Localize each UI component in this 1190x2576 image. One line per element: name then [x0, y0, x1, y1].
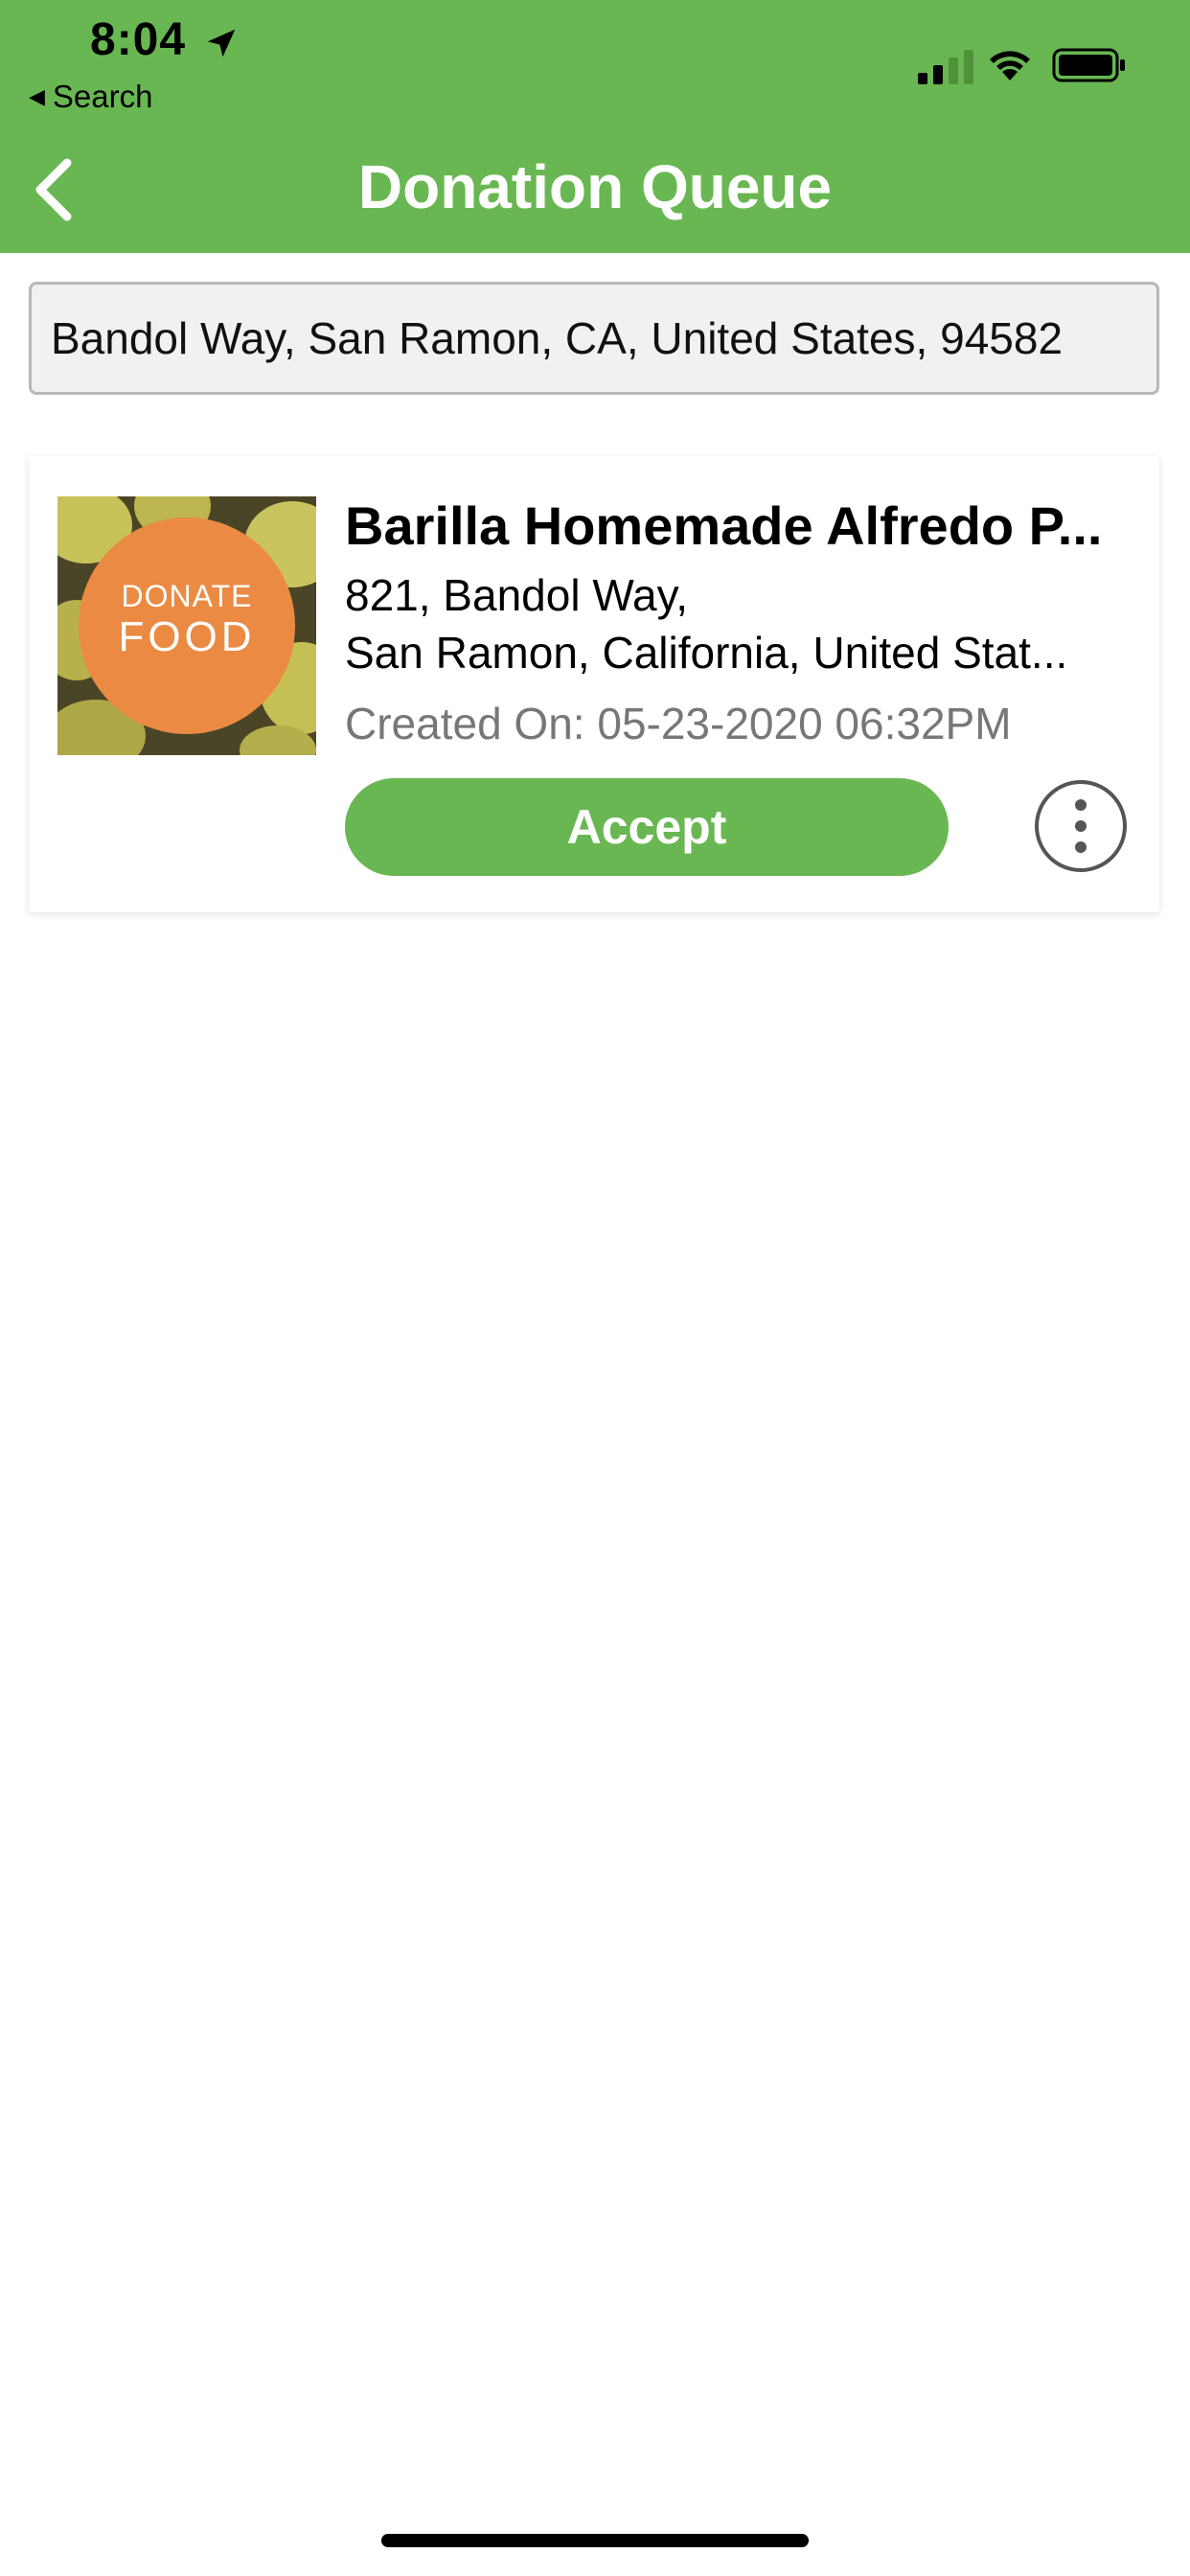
page-title: Donation Queue	[357, 152, 833, 221]
battery-icon	[1052, 48, 1125, 82]
donate-text: DONATE	[121, 579, 253, 613]
donation-title: Barilla Homemade Alfredo P...	[345, 495, 1103, 556]
back-to-app-label: Search	[52, 79, 153, 114]
nav-header: 8:04 ◀ Search Donation Queue	[0, 0, 1190, 253]
back-to-app-link[interactable]: ◀ Search	[29, 79, 152, 115]
search-input[interactable]: Bandol Way, San Ramon, CA, United States…	[29, 282, 1159, 395]
donation-image: DONATE FOOD	[57, 496, 316, 755]
cellular-signal-icon	[918, 50, 973, 84]
donation-address-line2: San Ramon, California, United Stat...	[345, 628, 1068, 678]
location-arrow-icon	[207, 29, 236, 58]
home-indicator[interactable]	[381, 2534, 809, 2547]
donation-address-line1: 821, Bandol Way,	[345, 570, 688, 620]
food-text: FOOD	[118, 613, 256, 660]
donation-card[interactable]: DONATE FOOD Barilla Homemade Alfredo P..…	[29, 456, 1159, 912]
status-time: 8:04	[90, 14, 187, 65]
accept-button[interactable]: Accept	[345, 778, 949, 876]
created-on-text: Created On: 05-23-2020 06:32PM	[345, 699, 1012, 748]
more-vertical-icon[interactable]	[1033, 778, 1129, 874]
wifi-icon	[990, 51, 1030, 80]
back-triangle-icon: ◀	[29, 84, 45, 108]
